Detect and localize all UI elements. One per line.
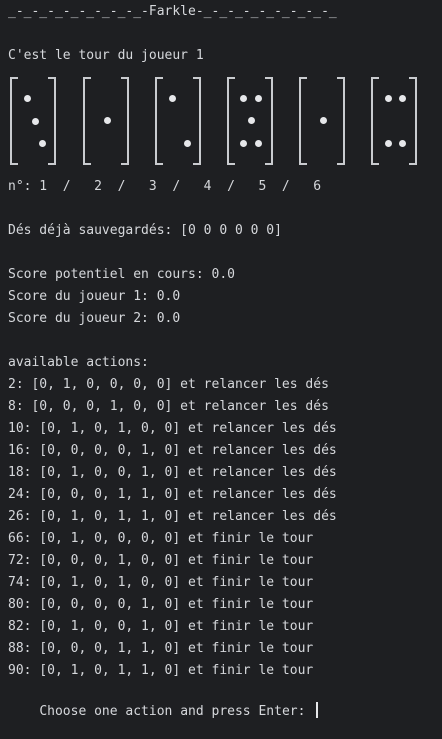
action-line: 66: [0, 1, 0, 0, 0, 0] et finir le tour [8, 531, 314, 546]
action-line: 74: [0, 1, 0, 1, 0, 0] et finir le tour [8, 575, 314, 590]
action-line: 80: [0, 0, 0, 0, 1, 0] et finir le tour [8, 597, 314, 612]
die-pip [320, 117, 327, 124]
die-5 [299, 77, 345, 165]
text-cursor[interactable] [316, 702, 319, 718]
action-line: 88: [0, 0, 0, 1, 1, 0] et finir le tour [8, 641, 314, 656]
die-pip [39, 140, 46, 147]
die-pip [248, 117, 255, 124]
die-6 [371, 77, 417, 165]
die-pip [24, 95, 31, 102]
die-pip [169, 95, 176, 102]
action-line: 8: [0, 0, 0, 1, 0, 0] et relancer les dé… [8, 399, 329, 414]
die-3 [155, 77, 201, 165]
player2-score: Score du joueur 2: 0.0 [8, 311, 181, 326]
actions-header: available actions: [8, 355, 149, 370]
action-line: 90: [0, 1, 0, 1, 1, 0] et finir le tour [8, 663, 314, 678]
die-pip [399, 140, 406, 147]
die-2 [83, 77, 129, 165]
die-pip [32, 118, 39, 125]
action-line: 10: [0, 1, 0, 1, 0, 0] et relancer les d… [8, 421, 337, 436]
turn-indicator: C'est le tour du joueur 1 [8, 48, 204, 63]
action-line: 26: [0, 1, 0, 1, 1, 0] et relancer les d… [8, 509, 337, 524]
potential-score: Score potentiel en cours: 0.0 [8, 267, 235, 282]
die-pip [385, 140, 392, 147]
die-pip [240, 140, 247, 147]
game-title: _-_-_-_-_-_-_-_-_-Farkle-_-_-_-_-_-_-_-_… [8, 4, 337, 19]
saved-dice: Dés déjà sauvegardés: [0 0 0 0 0 0] [8, 223, 282, 238]
action-line: 16: [0, 0, 0, 0, 1, 0] et relancer les d… [8, 443, 337, 458]
action-line: 82: [0, 1, 0, 0, 1, 0] et finir le tour [8, 619, 314, 634]
dice-index-labels: n°: 1 / 2 / 3 / 4 / 5 / 6 [8, 179, 322, 194]
action-line: 18: [0, 1, 0, 0, 1, 0] et relancer les d… [8, 465, 337, 480]
die-pip [184, 140, 191, 147]
die-1 [10, 77, 56, 165]
terminal-output: _-_-_-_-_-_-_-_-_-Farkle-_-_-_-_-_-_-_-_… [0, 0, 442, 736]
die-pip [385, 95, 392, 102]
die-pip [255, 95, 262, 102]
action-line: 72: [0, 0, 0, 1, 0, 0] et finir le tour [8, 553, 314, 568]
die-pip [240, 95, 247, 102]
action-line: 24: [0, 0, 0, 1, 1, 0] et relancer les d… [8, 487, 337, 502]
die-pip [104, 117, 111, 124]
action-line: 2: [0, 1, 0, 0, 0, 0] et relancer les dé… [8, 377, 329, 392]
input-prompt: Choose one action and press Enter: [39, 704, 314, 719]
die-4 [227, 77, 273, 165]
input-prompt-line[interactable]: Choose one action and press Enter: [8, 684, 319, 719]
die-pip [255, 140, 262, 147]
player1-score: Score du joueur 1: 0.0 [8, 289, 181, 304]
die-pip [399, 95, 406, 102]
